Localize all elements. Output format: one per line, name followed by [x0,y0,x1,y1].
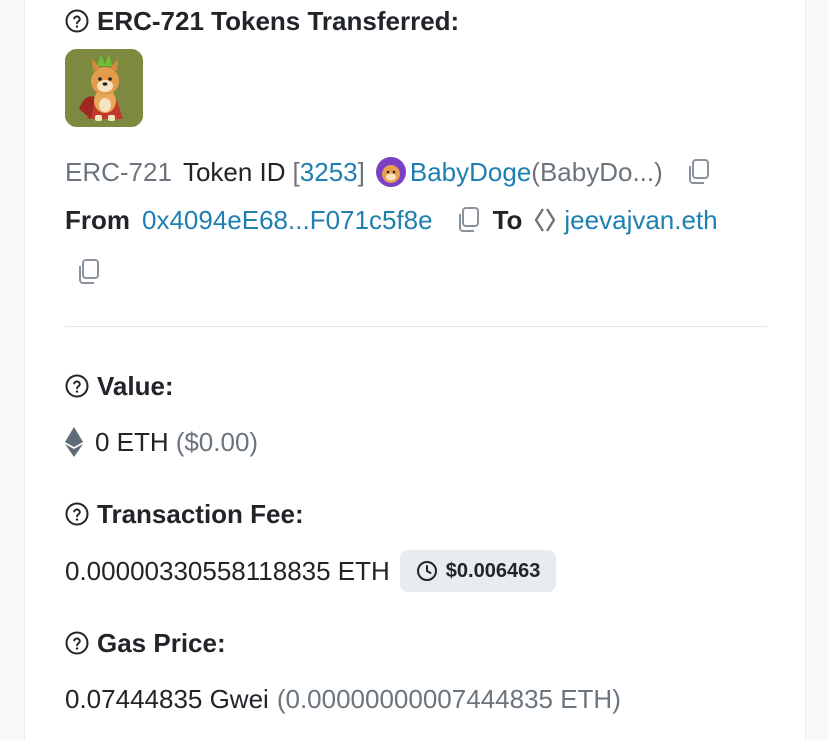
ethereum-icon [65,427,83,457]
fee-usd-value: $0.006463 [445,559,541,582]
token-name-link[interactable]: BabyDoge [410,157,531,188]
question-circle-icon[interactable] [65,374,89,398]
from-to-row: From 0x4094eE68...F071c5f8e To jeevajvan… [65,203,718,237]
transaction-fee-heading: Transaction Fee: [65,498,304,530]
from-label: From [65,204,130,235]
gas-price-eth: (0.00000000007444835 ETH) [276,683,621,714]
babydoge-token-icon [375,157,406,187]
nft-thumbnail[interactable] [65,49,143,127]
question-circle-icon[interactable] [65,631,89,655]
fee-usd-badge[interactable]: $0.006463 [399,550,557,592]
gas-price-heading-text: Gas Price: [97,627,226,658]
gas-price-row: 0.07444835 Gwei (0.00000000007444835 ETH… [65,682,621,716]
value-heading-text: Value: [97,370,174,401]
erc721-heading-text: ERC-721 Tokens Transferred: [97,5,460,36]
copy-icon[interactable] [685,158,711,186]
transaction-fee-amount: 0.00000330558118835 ETH [65,555,390,586]
token-id-row: ERC-721 Token ID [ 3253 ] BabyDoge (Baby… [65,155,711,189]
transaction-fee-heading-text: Transaction Fee: [97,498,304,529]
clock-icon [416,561,437,581]
erc721-heading: ERC-721 Tokens Transferred: [65,6,459,36]
gas-price-heading: Gas Price: [65,627,226,659]
question-circle-icon[interactable] [65,9,89,33]
copy-icon[interactable] [455,206,481,234]
bracket-open: [ [292,156,300,187]
value-usd: ($0.00) [175,426,259,457]
value-row: 0 ETH ($0.00) [65,425,258,459]
value-amount: 0 ETH [95,426,169,457]
to-address-link[interactable]: jeevajvan.eth [564,205,717,236]
value-heading: Value: [65,370,174,402]
token-standard: ERC-721 [65,156,172,187]
token-symbol: (BabyDo...) [531,156,663,187]
copy-icon[interactable] [75,258,101,286]
transaction-details-card: ERC-721 Tokens Transferred: ERC-721 Toke… [24,0,806,740]
question-circle-icon[interactable] [65,502,89,526]
gas-price-gwei: 0.07444835 Gwei [65,683,269,714]
bracket-close: ] [357,156,365,187]
babydoge-nft-image [65,49,143,127]
token-id-link[interactable]: 3253 [300,157,358,188]
section-divider [65,326,767,327]
ens-icon [535,208,556,232]
transaction-fee-row: 0.00000330558118835 ETH $0.006463 [65,550,557,592]
token-id-label: Token ID [182,156,286,187]
to-label: To [492,204,523,235]
from-address-link[interactable]: 0x4094eE68...F071c5f8e [142,205,433,236]
